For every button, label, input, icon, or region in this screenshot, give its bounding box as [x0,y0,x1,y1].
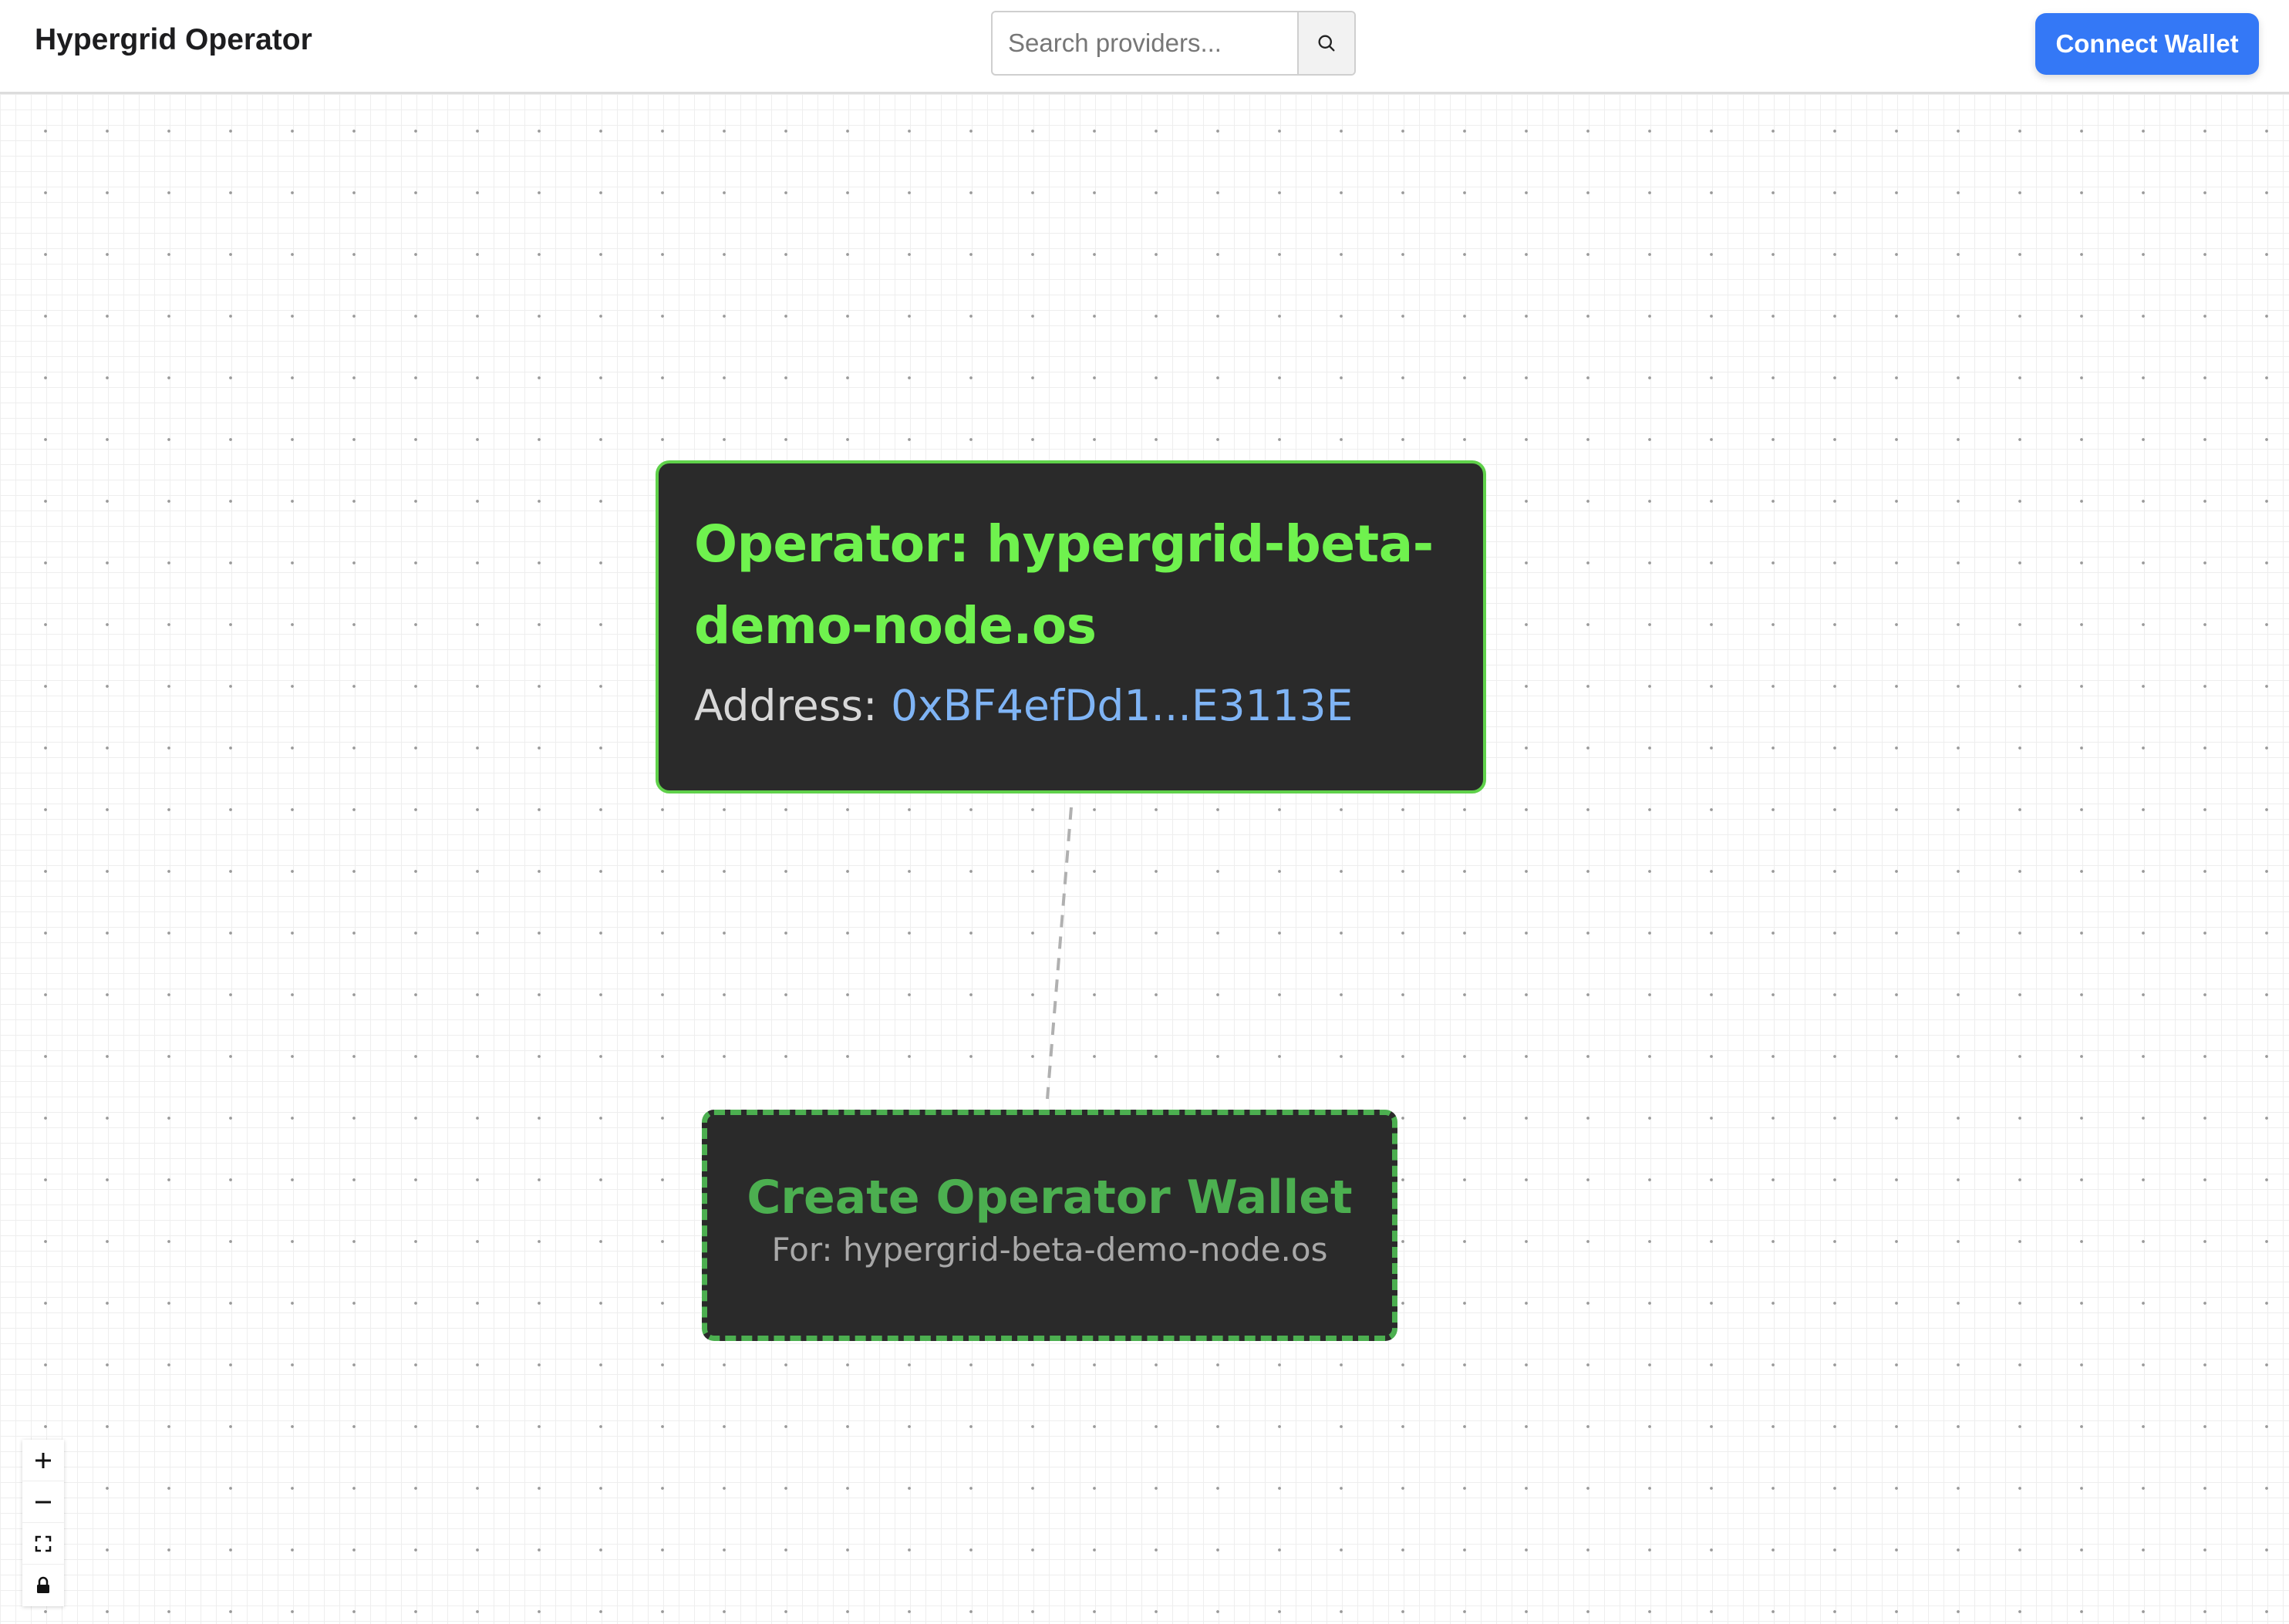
app-title: Hypergrid Operator [35,23,312,56]
fit-view-button[interactable] [22,1523,64,1565]
search-box [991,11,1356,76]
search-button[interactable] [1297,12,1354,74]
create-wallet-subtitle: For: hypergrid-beta-demo-node.os [771,1231,1328,1269]
fit-view-icon [35,1535,52,1552]
flow-canvas[interactable]: Operator: hypergrid-beta-demo-node.os Ad… [0,94,2289,1624]
minus-icon [35,1501,51,1503]
create-wallet-title: Create Operator Wallet [747,1171,1353,1225]
plus-icon [35,1452,51,1468]
lock-icon [37,1576,49,1593]
search-input[interactable] [993,12,1298,74]
zoom-out-button[interactable] [22,1481,64,1523]
operator-title: Operator: hypergrid-beta-demo-node.os [694,514,1434,655]
address-label: Address: [694,681,878,730]
address-value[interactable]: 0xBF4efDd1...E3113E [891,681,1353,730]
operator-to-wallet-edge[interactable] [1046,807,1073,1100]
search-icon [1318,35,1335,52]
connect-wallet-button[interactable]: Connect Wallet [2035,13,2259,75]
operator-node[interactable]: Operator: hypergrid-beta-demo-node.os Ad… [656,460,1486,793]
create-operator-wallet-node[interactable]: Create Operator Wallet For: hypergrid-be… [702,1110,1397,1341]
graph-edge-layer [1046,807,1073,1100]
zoom-in-button[interactable] [22,1440,64,1481]
toggle-interactivity-button[interactable] [22,1565,64,1606]
operator-address: Address: 0xBF4efDd1...E3113E [694,681,1448,730]
app-header: Hypergrid Operator Connect Wallet [0,0,2289,94]
canvas-controls [22,1440,64,1606]
